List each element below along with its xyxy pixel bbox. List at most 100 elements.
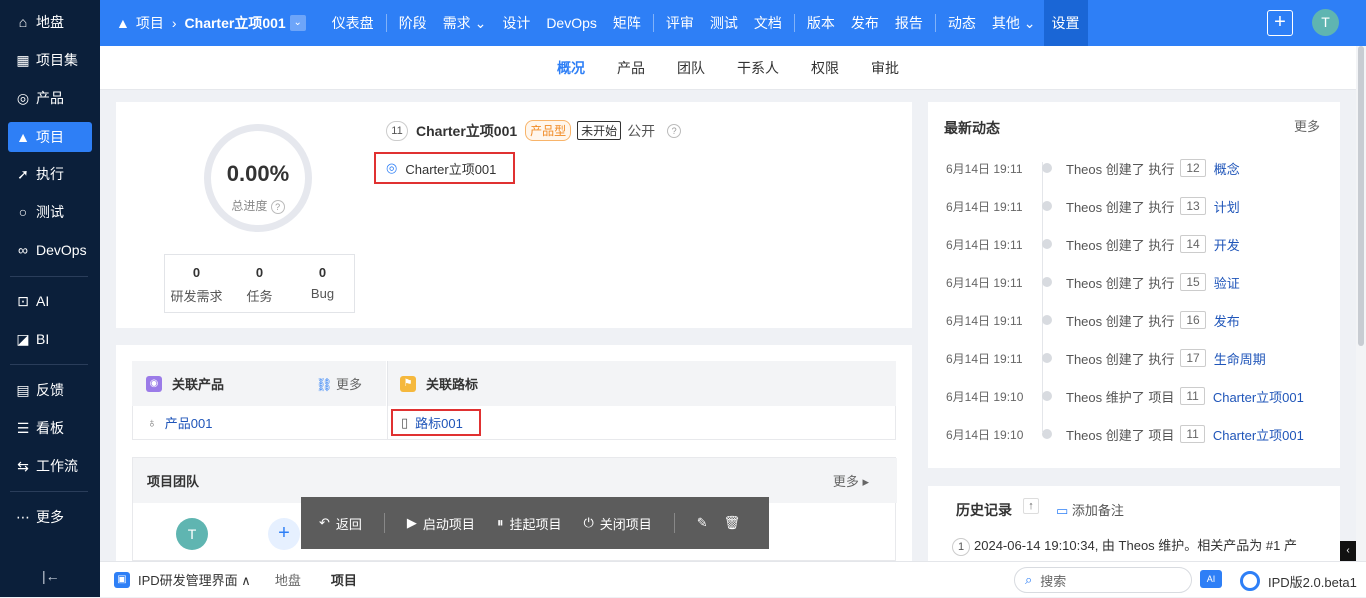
- help-icon[interactable]: ?: [667, 123, 682, 138]
- infinity-icon: ∞: [18, 242, 28, 258]
- roadmap-link[interactable]: ▯ 路标001: [391, 409, 481, 436]
- nav-report[interactable]: 报告: [887, 0, 931, 46]
- project-type-tag: 产品型: [525, 120, 572, 141]
- create-plus-button[interactable]: +: [1267, 10, 1293, 36]
- sidebar-item-feedback[interactable]: ▤ 反馈: [8, 375, 92, 405]
- sidebar-item-bi[interactable]: ◪ BI: [8, 324, 92, 354]
- nav-matrix[interactable]: 矩阵: [605, 0, 649, 46]
- back-button[interactable]: ↶ 返回: [319, 514, 362, 533]
- feed-target-link[interactable]: 概念: [1214, 159, 1240, 178]
- add-member-button[interactable]: +: [268, 518, 300, 550]
- nav-devops[interactable]: DevOps: [538, 0, 605, 46]
- sidebar-item-more[interactable]: ⋯ 更多: [8, 502, 92, 532]
- collapse-sidebar-icon[interactable]: |←: [42, 568, 60, 584]
- nav-review[interactable]: 评审: [658, 0, 702, 46]
- grid-icon: ▦: [16, 51, 30, 68]
- undo-icon: ↶: [319, 515, 330, 530]
- user-avatar[interactable]: T: [1312, 9, 1339, 36]
- ai-assistant-icon[interactable]: AI: [1200, 570, 1222, 588]
- tab-stakeholder[interactable]: 干系人: [737, 58, 779, 78]
- feed-item: 6月14日 19:11 Theos 创建了 执行 13 计划: [946, 196, 1326, 216]
- scrollbar-thumb[interactable]: [1358, 46, 1364, 346]
- feed-target-link[interactable]: Charter立项001: [1213, 387, 1304, 406]
- nav-divider: [793, 14, 795, 32]
- suspend-project-button[interactable]: ⏸ 挂起项目: [497, 514, 562, 533]
- feed-more-link[interactable]: 更多: [1294, 116, 1320, 135]
- link-icon: ⛓: [315, 377, 333, 392]
- team-member-avatar[interactable]: T: [176, 518, 208, 550]
- nav-doc[interactable]: 文档: [746, 0, 790, 46]
- feed-title: 最新动态: [944, 120, 1000, 136]
- target-icon: ◎: [386, 160, 398, 175]
- breadcrumb-root[interactable]: 项目: [136, 13, 164, 33]
- sidebar-item-devops[interactable]: ∞ DevOps: [8, 235, 92, 265]
- tab-permission[interactable]: 权限: [811, 58, 839, 78]
- sidebar-item-kanban[interactable]: ☰ 看板: [8, 413, 92, 443]
- page-scrollbar[interactable]: [1356, 46, 1366, 561]
- edit-button[interactable]: ✎: [697, 515, 708, 531]
- sidebar-item-dashboard[interactable]: ⌂ 地盘: [8, 7, 92, 37]
- tab-overview[interactable]: 概况: [557, 58, 585, 78]
- collapse-panel-arrow-icon[interactable]: ‹: [1340, 541, 1356, 561]
- bottom-tab-project[interactable]: 项目: [331, 570, 357, 589]
- sidebar-item-project[interactable]: ▲ 项目: [8, 122, 92, 152]
- nav-version[interactable]: 版本: [799, 0, 843, 46]
- history-card: 历史记录 ↑ ▭ 添加备注 1 2024-06-14 19:10:34, 由 Th…: [928, 486, 1340, 561]
- nav-dashboard[interactable]: 仪表盘: [324, 0, 382, 46]
- tab-approval[interactable]: 审批: [871, 58, 899, 78]
- project-switch-dropdown[interactable]: ⌄: [289, 15, 306, 31]
- feed-target-link[interactable]: 计划: [1214, 197, 1240, 216]
- sidebar-item-execution[interactable]: ➚ 执行: [8, 159, 92, 189]
- version-info: IPD版2.0.beta1: [1240, 571, 1357, 591]
- nav-release[interactable]: 发布: [843, 0, 887, 46]
- timeline-dot: [1042, 315, 1052, 325]
- kanban-icon: ☰: [16, 419, 30, 436]
- breadcrumb-current[interactable]: Charter立项001: [185, 13, 286, 33]
- timeline-dot: [1042, 163, 1052, 173]
- nav-stage[interactable]: 阶段: [391, 0, 435, 46]
- linked-roadmap-header: ⚑ 关联路标: [387, 361, 896, 406]
- top-navbar: ▲ 项目 › Charter立项001 ⌄ 仪表盘 阶段 需求 ⌄ 设计 Dev…: [100, 0, 1366, 46]
- sidebar-item-test[interactable]: ○ 测试: [8, 197, 92, 227]
- nav-requirement[interactable]: 需求 ⌄: [435, 0, 495, 46]
- start-project-button[interactable]: ▶ 启动项目: [407, 514, 475, 533]
- nav-design[interactable]: 设计: [494, 0, 538, 46]
- timeline-dot: [1042, 239, 1052, 249]
- program-link[interactable]: ◎ Charter立项001: [374, 152, 515, 184]
- history-entry: 1 2024-06-14 19:10:34, 由 Theos 维护。相关产品为 #…: [952, 535, 1297, 556]
- sidebar-item-product[interactable]: ◎ 产品: [8, 83, 92, 113]
- delete-button[interactable]: 🗑: [724, 515, 741, 531]
- nav-settings[interactable]: 设置: [1043, 0, 1088, 46]
- linked-row: ♁ 产品001 ▯ 路标001: [132, 406, 896, 440]
- help-icon[interactable]: ?: [270, 200, 285, 214]
- nav-test[interactable]: 测试: [702, 0, 746, 46]
- sort-up-icon[interactable]: ↑: [1023, 498, 1039, 514]
- tab-team[interactable]: 团队: [677, 58, 705, 78]
- add-note-button[interactable]: ▭ 添加备注: [1056, 500, 1124, 519]
- tab-product[interactable]: 产品: [617, 58, 645, 78]
- nav-other[interactable]: 其他 ⌄: [984, 0, 1044, 46]
- more-icon: ⋯: [16, 508, 30, 525]
- feed-target-link[interactable]: 验证: [1214, 273, 1240, 292]
- sidebar-item-workflow[interactable]: ⇆ 工作流: [8, 451, 92, 481]
- stat-task[interactable]: 0 任务: [228, 255, 291, 312]
- team-more-link[interactable]: 更多 ▸: [833, 471, 869, 490]
- bottom-tab-dashboard[interactable]: 地盘: [275, 570, 301, 589]
- stat-bug[interactable]: 0 Bug: [291, 255, 354, 312]
- main-nav: 仪表盘 阶段 需求 ⌄ 设计 DevOps 矩阵 评审 测试 文档 版本 发布 …: [324, 0, 1088, 46]
- search-input[interactable]: ⌕ 搜索: [1014, 567, 1192, 593]
- feed-target-link[interactable]: Charter立项001: [1213, 425, 1304, 444]
- app-switcher[interactable]: ▣ IPD研发管理界面 ∧: [100, 562, 251, 598]
- nav-activity[interactable]: 动态: [940, 0, 984, 46]
- feed-target-link[interactable]: 开发: [1214, 235, 1240, 254]
- sidebar-item-ai[interactable]: ⊡ AI: [8, 286, 92, 316]
- sidebar-item-program[interactable]: ▦ 项目集: [8, 45, 92, 75]
- stat-story[interactable]: 0 研发需求: [165, 255, 228, 312]
- product-link[interactable]: 产品001: [165, 413, 213, 432]
- timeline-dot: [1042, 391, 1052, 401]
- close-project-button[interactable]: ⏻ 关闭项目: [583, 514, 651, 533]
- feed-target-link[interactable]: 生命周期: [1214, 349, 1266, 368]
- linked-product-more[interactable]: ⛓ 更多: [316, 374, 362, 393]
- project-name: Charter立项001: [416, 122, 518, 139]
- feed-target-link[interactable]: 发布: [1214, 311, 1240, 330]
